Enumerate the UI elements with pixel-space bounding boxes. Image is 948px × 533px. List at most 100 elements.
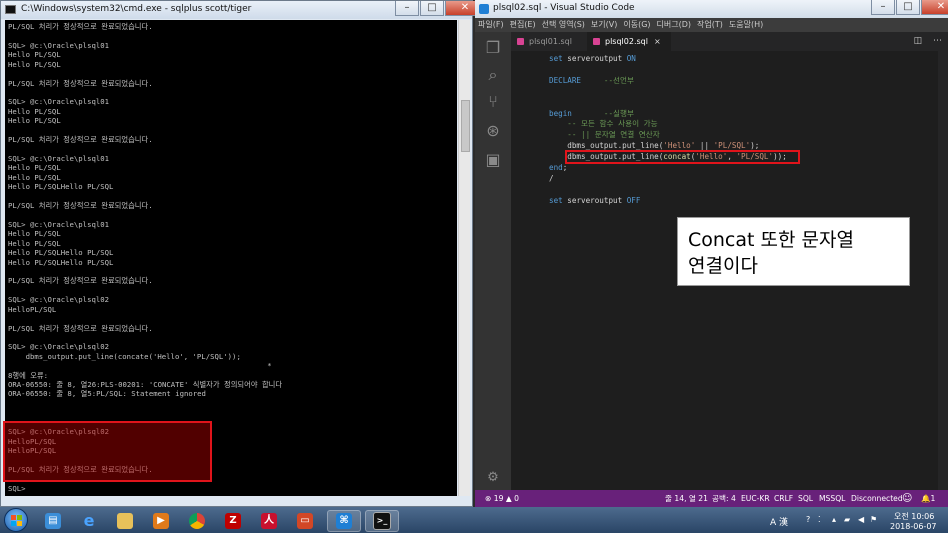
close-icon[interactable]: ✕ [921,0,948,15]
volume-icon[interactable]: ◀ [858,515,864,524]
menu-item[interactable]: 이동(G) [620,18,653,32]
cmd-scroll-thumb[interactable] [461,100,470,152]
code-token: set [549,54,568,63]
code-token: ; [562,163,568,172]
menu-item[interactable]: 도움말(H) [726,18,766,32]
vscode-title-bar[interactable]: plsql02.sql - Visual Studio Code – □ ✕ [475,0,948,18]
vscode-taskbar-icon: ⌘ [336,513,352,529]
taskbar-explorer-library[interactable]: ▤ [36,510,70,532]
help-icon[interactable]: ? [806,515,810,524]
debug-icon[interactable]: ⊛ [483,121,503,141]
tab-close-icon[interactable]: × [654,37,661,46]
code-token: end [549,163,563,172]
internet-explorer-icon: e [83,511,95,530]
maximize-icon[interactable]: □ [420,1,444,16]
code-token: dbms_output.put_line( [549,141,664,151]
start-button[interactable] [4,508,28,532]
menu-item[interactable]: 디버그(D) [654,18,694,32]
code-token: 'Hello' [663,141,696,151]
source-control-icon[interactable]: ⑂ [483,92,503,112]
notifications-bell-icon[interactable]: 🔔1 [921,490,935,507]
menu-item[interactable]: 파일(F) [475,18,507,32]
sql-file-icon [517,38,524,45]
encoding[interactable]: EUC-KR [741,490,770,507]
taskbar-file-explorer[interactable] [108,510,142,532]
menu-item[interactable]: 선택 영역(S) [539,18,588,32]
code-line[interactable]: -- 모든 함수 사용이 가능 [549,118,657,129]
minimize-icon[interactable]: – [871,0,895,15]
connection-status[interactable]: Disconnected [851,490,903,507]
code-line[interactable]: set serveroutput ON [549,53,636,64]
code-token: set [549,195,568,205]
menu-item[interactable]: 작업(T) [694,18,726,32]
extensions-icon[interactable]: ▣ [483,150,503,170]
network-icon[interactable]: ▰ [844,515,850,524]
taskbar-app-red[interactable]: ▭ [288,510,322,532]
taskbar-acrobat[interactable]: 人 [252,510,286,532]
vscode-icon [479,4,489,14]
clock-time[interactable]: 오전 10:06 [894,511,934,522]
settings-gear-icon[interactable]: ⚙ [483,468,503,488]
code-line[interactable]: set serveroutput OFF [549,195,640,206]
code-line[interactable]: / [549,173,554,184]
more-actions-icon[interactable]: ⋯ [933,36,942,46]
problems-indicator[interactable]: ⊗ 19 ▲ 0 [485,490,519,507]
vscode-menu-bar: 파일(F) 편집(E) 선택 영역(S) 보기(V) 이동(G) 디버그(D) 작업(T) 도… [475,18,948,32]
console-line: PL/SQL 처리가 정상적으로 완료되었습니다. [8,22,153,31]
taskbar-media-player[interactable]: ▶ [144,510,178,532]
menu-item[interactable]: 편집(E) [507,18,539,32]
clock-date[interactable]: 2018-06-07 [890,522,937,531]
filezilla-icon: Z [225,513,241,529]
indentation[interactable]: 공백: 4 [712,490,736,507]
cmd-title: C:\Windows\system32\cmd.exe - sqlplus sc… [21,4,252,14]
console-line: ORA-06550: 줄 8, 열26:PLS-00201: 'CONCATE'… [8,380,283,390]
library-icon: ▤ [45,513,61,529]
code-line[interactable]: begin --실행부 [549,108,634,119]
maximize-icon[interactable]: □ [896,0,920,15]
taskbar-chrome[interactable] [180,510,214,532]
minimize-icon[interactable]: – [395,1,419,16]
cmd-scrollbar[interactable] [458,20,470,496]
chrome-icon [189,513,205,529]
search-icon[interactable]: ⌕ [483,65,503,85]
code-line[interactable]: DECLARE --선언부 [549,75,634,86]
editor-scrollbar[interactable] [938,51,948,490]
menu-item[interactable]: 보기(V) [588,18,620,32]
console-line: SQL> @c:\Oracle\plsql01 [8,219,110,229]
line-ending[interactable]: CRLF [774,490,793,507]
code-token: OFF [626,195,641,205]
cursor-position[interactable]: 줄 14, 열 21 [665,490,708,507]
taskbar-ie[interactable]: e [72,510,106,532]
language-mode[interactable]: SQL [798,490,813,507]
console-line: Hello PL/SQL [8,163,61,173]
ime-indicator[interactable]: A 漢 [770,515,788,528]
tray-expand-icon[interactable]: ▴ [832,515,836,524]
status-bar: ⊗ 19 ▲ 0 줄 14, 열 21 공백: 4 EUC-KR CRLF SQ… [475,490,948,507]
code-token: --실행부 [603,108,634,118]
taskbar-cmd[interactable]: >_ [365,510,399,532]
taskbar-vscode[interactable]: ⌘ [327,510,361,532]
vscode-title: plsql02.sql - Visual Studio Code [493,3,635,13]
explorer-icon[interactable]: ❐ [483,38,503,58]
flag-icon[interactable]: ⚑ [870,515,877,524]
split-editor-icon[interactable]: ◫ [914,36,923,46]
tab-plsql01[interactable]: plsql01.sql [511,32,587,51]
tab-plsql02[interactable]: plsql02.sql × [587,32,671,51]
sql-dialect[interactable]: MSSQL [819,490,845,507]
code-line[interactable]: -- || 문자열 연결 연산자 [549,129,659,140]
taskbar-filezilla[interactable]: Z [216,510,250,532]
cmd-title-bar[interactable]: C:\Windows\system32\cmd.exe - sqlplus sc… [1,1,485,19]
feedback-smile-icon[interactable]: ☺ [902,490,912,507]
tray-dots-icon[interactable]: ⁚ [818,515,821,524]
